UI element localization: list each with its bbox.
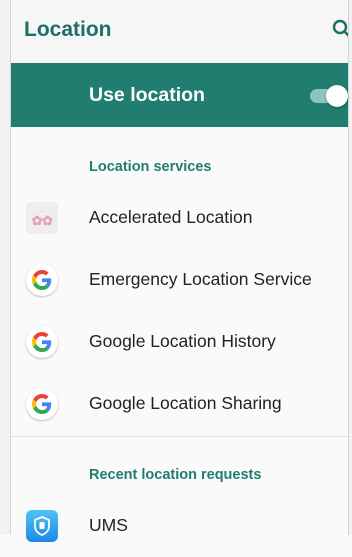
accelerated-location-app-icon: ⋅⋅⋅⋅ ✿✿ (26, 202, 58, 234)
section-divider (11, 436, 348, 437)
list-item-label: UMS (89, 515, 128, 535)
list-item-ums[interactable]: UMS (11, 495, 348, 557)
app-bar: Location (11, 0, 348, 63)
use-location-switch-bar[interactable]: Use location (11, 63, 348, 127)
google-g-icon (26, 264, 58, 296)
page-title: Location (24, 18, 112, 41)
google-g-icon (26, 326, 58, 358)
search-icon[interactable] (328, 15, 348, 45)
list-item-accelerated-location[interactable]: ⋅⋅⋅⋅ ✿✿ Accelerated Location (11, 187, 348, 249)
list-item-label: Accelerated Location (89, 207, 253, 227)
use-location-label: Use location (89, 84, 205, 106)
ums-app-icon (26, 510, 58, 542)
list-item-google-location-history[interactable]: Google Location History (11, 311, 348, 373)
right-frame-edge (348, 0, 352, 535)
location-services-header: Location services (89, 159, 212, 175)
list-item-emergency-location-service[interactable]: Emergency Location Service (11, 249, 348, 311)
list-item-label: Google Location History (89, 331, 276, 351)
list-item-google-location-sharing[interactable]: Google Location Sharing (11, 373, 348, 435)
list-item-label: Google Location Sharing (89, 393, 282, 413)
toggle-thumb (326, 85, 348, 107)
use-location-toggle[interactable] (304, 85, 348, 107)
list-item-label: Emergency Location Service (89, 269, 312, 289)
left-frame-edge (0, 0, 11, 535)
google-g-icon (26, 388, 58, 420)
recent-location-requests-header: Recent location requests (89, 467, 262, 483)
